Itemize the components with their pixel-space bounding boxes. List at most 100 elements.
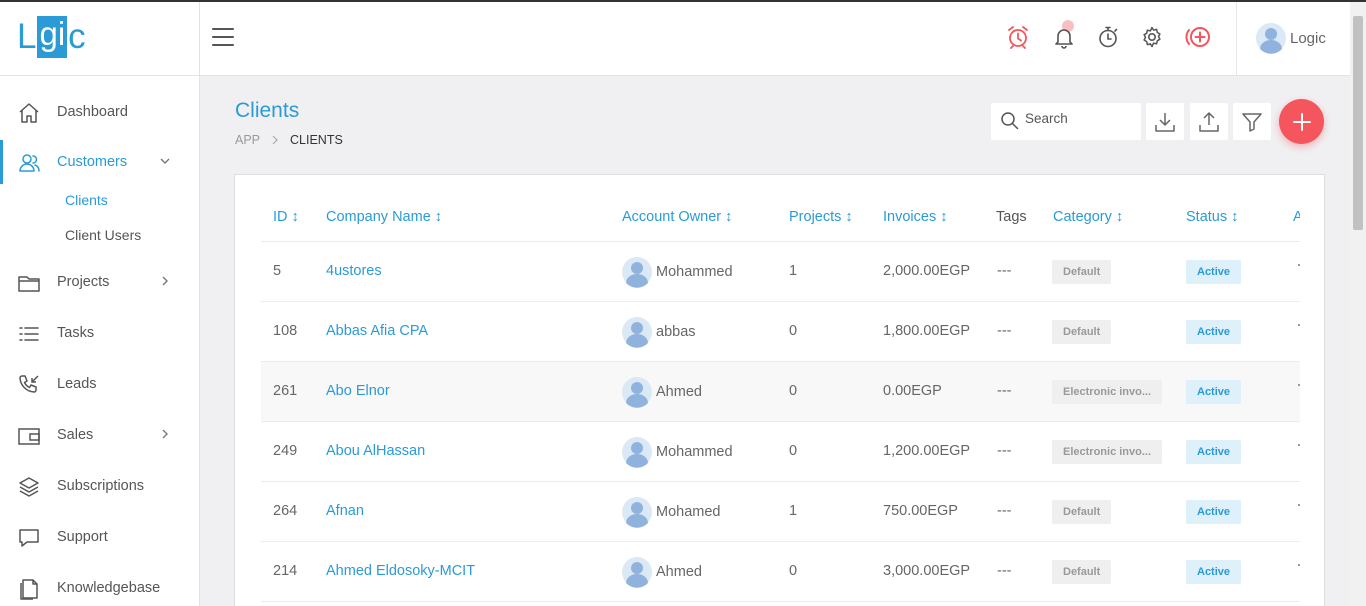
actions-cell[interactable] [1298, 504, 1300, 506]
top-header: Logic [200, 2, 1350, 76]
status-badge: Active [1186, 320, 1242, 344]
sidebar-item-label: Leads [57, 376, 97, 392]
col-id[interactable]: ID ↕ [273, 209, 299, 225]
cell-projects: 0 [789, 383, 798, 399]
sidebar-item-label: Knowledgebase [57, 580, 161, 596]
upload-button[interactable] [1190, 103, 1228, 140]
status-badge: Active [1186, 560, 1242, 584]
col-account-owner[interactable]: Account Owner ↕ [622, 209, 732, 225]
cell-company-link[interactable]: 4ustores [326, 263, 382, 279]
cell-projects: 0 [789, 443, 798, 459]
table-row[interactable]: 5 4ustores Mohammed 1 2,000.00EGP --- De… [261, 242, 1300, 302]
table-row[interactable]: 214 Ahmed Eldosoky-MCIT Ahmed 0 3,000.00… [261, 542, 1300, 602]
status-badge: Active [1186, 500, 1242, 524]
sidebar-item-dashboard[interactable]: Dashboard [0, 92, 199, 132]
cell-account-owner: Mohammed [622, 436, 733, 468]
actions-cell[interactable] [1298, 444, 1300, 446]
status-badge: Active [1186, 440, 1242, 464]
cell-invoices: 3,000.00EGP [883, 563, 971, 579]
table-row[interactable]: 261 Abo Elnor Ahmed 0 0.00EGP --- Electr… [261, 362, 1300, 422]
sidebar-item-customers[interactable]: Customers [0, 142, 199, 182]
alarm-clock-icon[interactable] [1005, 24, 1031, 50]
col-company-name[interactable]: Company Name ↕ [326, 209, 442, 225]
sidebar-item-leads[interactable]: Leads [0, 364, 199, 404]
owner-name: Ahmed [656, 384, 702, 400]
owner-name: Ahmed [656, 564, 702, 580]
actions-cell[interactable] [1298, 564, 1300, 566]
table-row[interactable]: 108 Abbas Afia CPA abbas 0 1,800.00EGP -… [261, 302, 1300, 362]
sidebar-item-label: Sales [57, 427, 94, 443]
hamburger-menu-icon[interactable] [212, 28, 234, 48]
cell-company-link[interactable]: Abbas Afia CPA [326, 323, 428, 339]
app-logo[interactable]: Lgi c [17, 16, 86, 58]
sidebar-item-label: Projects [57, 274, 110, 290]
avatar [622, 557, 652, 588]
cell-projects: 0 [789, 563, 798, 579]
page-scrollbar[interactable] [1350, 2, 1366, 606]
breadcrumb-clients: CLIENTS [290, 133, 343, 147]
table-row[interactable]: 249 Abou AlHassan Mohammed 0 1,200.00EGP… [261, 422, 1300, 482]
cell-tags: --- [997, 323, 1012, 339]
avatar [622, 257, 652, 288]
cell-company-link[interactable]: Abou AlHassan [326, 443, 425, 459]
search-box[interactable] [991, 103, 1141, 140]
col-invoices[interactable]: Invoices ↕ [883, 209, 947, 225]
search-input[interactable] [1025, 111, 1133, 126]
cell-invoices: 1,200.00EGP [883, 443, 971, 459]
wallet-icon [18, 428, 40, 445]
cell-company-link[interactable]: Abo Elnor [326, 383, 390, 399]
sidebar-item-tasks[interactable]: Tasks [0, 313, 199, 353]
add-circle-icon[interactable] [1183, 24, 1215, 50]
owner-name: Mohamed [656, 504, 721, 520]
avatar [622, 317, 652, 348]
actions-cell[interactable] [1298, 384, 1300, 386]
phone-icon [19, 375, 39, 393]
col-actions[interactable]: A [1293, 209, 1300, 225]
stopwatch-icon[interactable] [1095, 24, 1121, 50]
owner-name: Mohammed [656, 444, 733, 460]
filter-button[interactable] [1233, 103, 1271, 140]
col-status[interactable]: Status ↕ [1186, 209, 1238, 225]
add-client-button[interactable] [1279, 99, 1324, 144]
sidebar-item-support[interactable]: Support [0, 517, 199, 557]
scrollbar-thumb[interactable] [1353, 16, 1363, 230]
filter-icon [1242, 112, 1262, 132]
col-projects[interactable]: Projects ↕ [789, 209, 853, 225]
sidebar-subitem-clients[interactable]: Clients [65, 192, 108, 208]
col-category[interactable]: Category ↕ [1053, 209, 1123, 225]
plus-icon [1292, 112, 1311, 131]
cell-id: 249 [273, 443, 298, 459]
sidebar-item-knowledgebase[interactable]: Knowledgebase [0, 568, 199, 606]
cell-projects: 1 [789, 263, 798, 279]
sidebar-item-label: Customers [57, 154, 128, 170]
list-icon [19, 327, 39, 341]
sidebar-item-projects[interactable]: Projects [0, 262, 199, 302]
chevron-right-icon [162, 276, 168, 286]
category-badge: Electronic invo... [1052, 440, 1163, 464]
clients-table-card: ID ↕ Company Name ↕ Account Owner ↕ Proj… [234, 174, 1325, 606]
sidebar-item-subscriptions[interactable]: Subscriptions [0, 466, 199, 506]
category-badge: Default [1052, 500, 1112, 524]
sidebar-subitem-client-users[interactable]: Client Users [65, 227, 141, 243]
sidebar-item-label: Subscriptions [57, 478, 145, 494]
sidebar-item-sales[interactable]: Sales [0, 415, 199, 455]
home-icon [19, 103, 39, 123]
users-icon [19, 154, 40, 172]
actions-cell[interactable] [1298, 264, 1300, 266]
breadcrumb: APP CLIENTS [235, 133, 343, 147]
cell-company-link[interactable]: Afnan [326, 503, 364, 519]
avatar [622, 497, 652, 528]
user-name: Logic [1290, 29, 1326, 47]
download-button[interactable] [1146, 103, 1184, 140]
actions-cell[interactable] [1298, 324, 1300, 326]
user-menu[interactable]: Logic [1256, 22, 1326, 54]
avatar [1256, 23, 1286, 54]
table-row[interactable]: 264 Afnan Mohamed 1 750.00EGP --- Defaul… [261, 482, 1300, 542]
status-badge: Active [1186, 380, 1242, 404]
bell-icon[interactable] [1051, 20, 1077, 50]
cell-invoices: 750.00EGP [883, 503, 958, 519]
cell-company-link[interactable]: Ahmed Eldosoky-MCIT [326, 563, 475, 579]
col-tags: Tags [996, 209, 1027, 225]
breadcrumb-app[interactable]: APP [235, 133, 260, 147]
gear-icon[interactable] [1139, 24, 1165, 50]
